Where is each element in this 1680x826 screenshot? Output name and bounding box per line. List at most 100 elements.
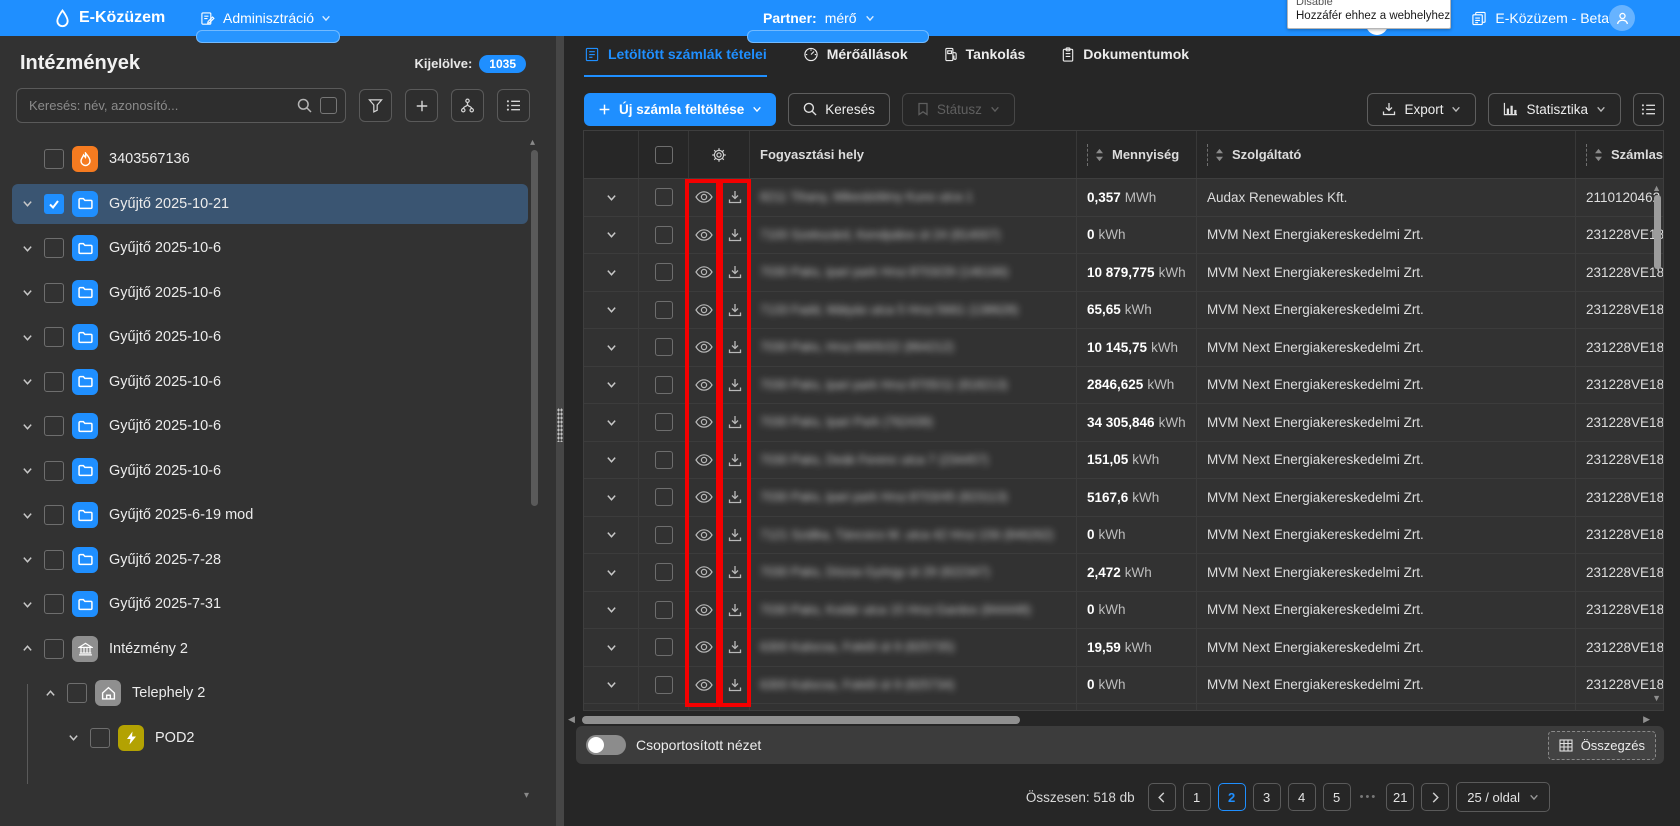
partner-selector[interactable]: Partner: mérő — [763, 0, 875, 36]
view-details-icon[interactable] — [688, 592, 719, 629]
row-checkbox[interactable] — [655, 563, 673, 581]
view-details-icon[interactable] — [688, 479, 719, 516]
tree-checkbox[interactable] — [44, 416, 64, 436]
row-expander[interactable] — [584, 517, 638, 554]
search-button[interactable]: Keresés — [788, 93, 890, 126]
chevron-down-icon[interactable] — [22, 198, 44, 209]
tree-item[interactable]: Gyűjtő 2025-10-6 — [12, 273, 528, 313]
sidebar-scrollbar[interactable] — [531, 150, 538, 506]
view-details-icon[interactable] — [688, 217, 719, 254]
chevron-down-icon[interactable] — [22, 376, 44, 387]
sort-icon[interactable] — [1594, 148, 1603, 162]
table-vertical-scrollbar[interactable] — [1654, 195, 1661, 269]
row-checkbox[interactable] — [655, 526, 673, 544]
tree-item[interactable]: Intézmény 2 — [12, 629, 528, 669]
list-view-button[interactable] — [497, 89, 530, 122]
view-details-icon[interactable] — [688, 367, 719, 404]
view-details-icon[interactable] — [688, 704, 719, 711]
column-resize-handle[interactable] — [1207, 144, 1208, 166]
page-size-select[interactable]: 25 / oldal — [1456, 782, 1550, 812]
page-button-3[interactable]: 3 — [1253, 783, 1281, 811]
chevron-up-icon[interactable] — [22, 643, 44, 654]
download-invoice-icon[interactable] — [719, 479, 749, 516]
tree-checkbox[interactable] — [44, 594, 64, 614]
tree-checkbox[interactable] — [44, 639, 64, 659]
column-settings-button[interactable] — [1633, 93, 1664, 126]
row-expander[interactable] — [584, 442, 638, 479]
user-avatar[interactable] — [1609, 5, 1635, 31]
download-invoice-icon[interactable] — [719, 629, 749, 666]
row-expander[interactable] — [584, 704, 638, 711]
row-expander[interactable] — [584, 404, 638, 441]
app-badge[interactable]: E-Közüzem - Beta — [1471, 0, 1609, 36]
row-checkbox[interactable] — [655, 488, 673, 506]
tab-refueling[interactable]: Tankolás — [944, 46, 1026, 75]
row-expander[interactable] — [584, 179, 638, 216]
header-invoice-number[interactable]: Számlasorszám — [1575, 131, 1663, 178]
tree-checkbox[interactable] — [44, 372, 64, 392]
chevron-down-icon[interactable] — [22, 287, 44, 298]
chevron-down-icon[interactable] — [22, 243, 44, 254]
download-invoice-icon[interactable] — [719, 704, 749, 711]
export-button[interactable]: Export — [1367, 93, 1476, 126]
view-details-icon[interactable] — [688, 254, 719, 291]
scroll-up-icon[interactable]: ▴ — [530, 137, 535, 148]
chevron-down-icon[interactable] — [68, 732, 90, 743]
view-details-icon[interactable] — [688, 517, 719, 554]
page-button-21[interactable]: 21 — [1386, 783, 1414, 811]
menu-administration[interactable]: Adminisztráció — [200, 0, 331, 36]
tab-invoice-items[interactable]: Letöltött számlák tételei — [584, 46, 767, 75]
tree-checkbox[interactable] — [44, 194, 64, 214]
row-expander[interactable] — [584, 667, 638, 704]
download-invoice-icon[interactable] — [719, 592, 749, 629]
horizontal-scroll-thumb[interactable] — [582, 716, 1020, 724]
tree-checkbox[interactable] — [67, 683, 87, 703]
header-provider[interactable]: Szolgáltató — [1196, 131, 1575, 178]
view-details-icon[interactable] — [688, 629, 719, 666]
tree-checkbox[interactable] — [44, 149, 64, 169]
chevron-down-icon[interactable] — [22, 510, 44, 521]
page-button-2[interactable]: 2 — [1218, 783, 1246, 811]
chevron-down-icon[interactable] — [22, 554, 44, 565]
scroll-left-icon[interactable]: ◀ — [568, 714, 575, 725]
tree-item[interactable]: Gyűjtő 2025-10-6 — [12, 317, 528, 357]
header-select-all[interactable] — [638, 131, 688, 178]
row-checkbox[interactable] — [655, 301, 673, 319]
next-page-button[interactable] — [1421, 783, 1449, 811]
page-button-5[interactable]: 5 — [1323, 783, 1351, 811]
view-details-icon[interactable] — [688, 179, 719, 216]
row-expander[interactable] — [584, 367, 638, 404]
tab-meter-readings[interactable]: Mérőállások — [803, 46, 908, 75]
download-invoice-icon[interactable] — [719, 292, 749, 329]
tree-item[interactable]: POD2 — [12, 718, 528, 758]
view-details-icon[interactable] — [688, 404, 719, 441]
scroll-right-icon[interactable]: ▶ — [1643, 714, 1650, 725]
download-invoice-icon[interactable] — [719, 367, 749, 404]
row-expander[interactable] — [584, 592, 638, 629]
row-expander[interactable] — [584, 292, 638, 329]
row-expander[interactable] — [584, 554, 638, 591]
tree-checkbox[interactable] — [44, 238, 64, 258]
tree-item[interactable]: Gyűjtő 2025-7-31 — [12, 584, 528, 624]
tree-item[interactable]: Gyűjtő 2025-6-19 mod — [12, 495, 528, 535]
page-button-4[interactable]: 4 — [1288, 783, 1316, 811]
tree-checkbox[interactable] — [44, 283, 64, 303]
row-expander[interactable] — [584, 329, 638, 366]
panel-splitter[interactable] — [556, 36, 564, 826]
row-expander[interactable] — [584, 629, 638, 666]
header-place[interactable]: Fogyasztási hely — [749, 131, 1076, 178]
row-checkbox[interactable] — [655, 601, 673, 619]
search-option-checkbox[interactable] — [320, 97, 337, 114]
sort-icon[interactable] — [1215, 148, 1224, 162]
sort-icon[interactable] — [1095, 148, 1104, 162]
download-invoice-icon[interactable] — [719, 667, 749, 704]
tree-checkbox[interactable] — [44, 505, 64, 525]
grouped-view-toggle[interactable] — [586, 735, 626, 755]
page-button-1[interactable]: 1 — [1183, 783, 1211, 811]
row-checkbox[interactable] — [655, 638, 673, 656]
table-scroll-up-icon[interactable]: ▲ — [1652, 183, 1661, 193]
row-expander[interactable] — [584, 217, 638, 254]
view-details-icon[interactable] — [688, 442, 719, 479]
row-checkbox[interactable] — [655, 376, 673, 394]
row-checkbox[interactable] — [655, 188, 673, 206]
